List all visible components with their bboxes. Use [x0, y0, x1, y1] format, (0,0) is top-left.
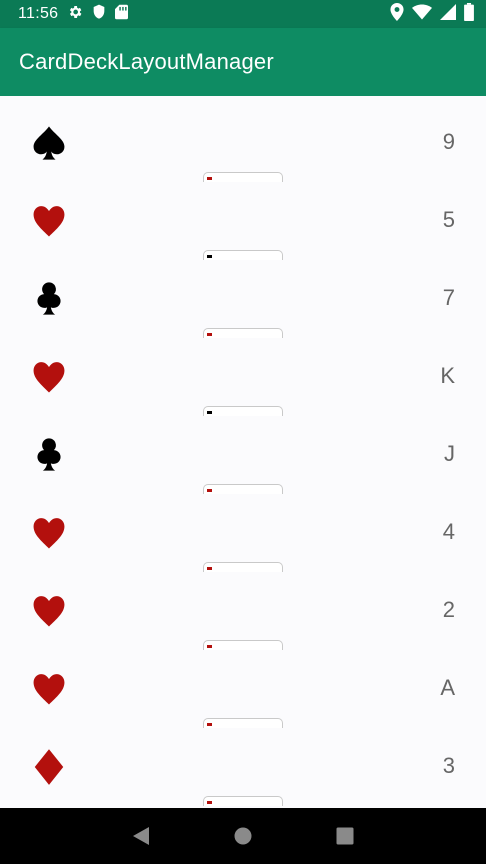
card-rank: 9	[442, 129, 455, 154]
recents-icon[interactable]	[333, 824, 357, 848]
card-item[interactable]: A	[0, 642, 486, 728]
card-item[interactable]: J	[0, 408, 486, 494]
location-icon	[390, 2, 404, 26]
signal-icon	[440, 3, 456, 25]
card-rank: 7	[442, 285, 455, 310]
card-rank: 2	[442, 597, 455, 622]
app-title: CardDeckLayoutManager	[19, 49, 274, 74]
status-bar: 11:56	[0, 0, 486, 28]
diamond-icon	[30, 748, 68, 786]
card-item[interactable]: 9	[0, 96, 486, 182]
battery-icon	[464, 2, 474, 26]
gear-icon	[67, 4, 83, 25]
card-item[interactable]: K	[0, 330, 486, 416]
card-item[interactable]: 2	[0, 564, 486, 650]
shield-icon	[92, 4, 106, 25]
app-bar: CardDeckLayoutManager	[0, 28, 486, 96]
card-rank: 3	[442, 753, 455, 778]
stacked-card-edge	[203, 796, 283, 806]
card-item[interactable]: 4	[0, 486, 486, 572]
spade-icon	[30, 124, 68, 162]
heart-icon	[30, 202, 68, 240]
card-rank: A	[440, 675, 455, 700]
card-rank: 4	[442, 519, 455, 544]
card-item[interactable]: 5	[0, 174, 486, 260]
heart-icon	[30, 514, 68, 552]
back-icon[interactable]	[129, 824, 153, 848]
card-rank: 5	[442, 207, 455, 232]
heart-icon	[30, 670, 68, 708]
card-item[interactable]: 3	[0, 720, 486, 806]
wifi-icon	[412, 4, 432, 25]
navigation-bar	[0, 808, 486, 864]
card-rank: J	[444, 441, 455, 466]
status-time: 11:56	[18, 5, 59, 22]
card-corner-mark	[207, 801, 212, 804]
club-icon	[30, 436, 68, 474]
club-icon	[30, 280, 68, 318]
card-list[interactable]: 9 5 7 K J 4 2 A 3	[0, 96, 486, 808]
card-item[interactable]: 7	[0, 252, 486, 338]
heart-icon	[30, 592, 68, 630]
sd-card-icon	[115, 4, 129, 25]
card-rank: K	[440, 363, 455, 388]
home-icon[interactable]	[231, 824, 255, 848]
heart-icon	[30, 358, 68, 396]
